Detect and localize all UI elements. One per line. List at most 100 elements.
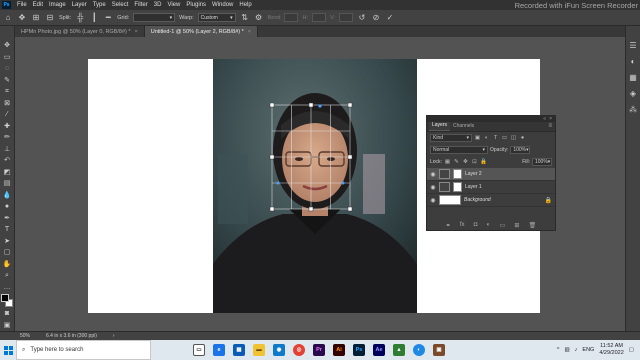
menu-image[interactable]: Image (46, 2, 69, 8)
menu-3d[interactable]: 3D (151, 2, 165, 8)
blur-icon[interactable]: 💧 (2, 191, 13, 201)
tab-channels[interactable]: Channels (450, 123, 477, 131)
blend-mode-select[interactable]: Normal ▾ (430, 146, 488, 154)
v-field[interactable] (338, 13, 353, 22)
network-icon[interactable]: ▥ (564, 347, 569, 353)
volume-icon[interactable]: ♪ (575, 347, 578, 353)
quick-mask-icon[interactable]: ◙ (2, 309, 13, 319)
illustrator-icon[interactable]: Ai (333, 344, 345, 356)
history-brush-icon[interactable]: ↶ (2, 156, 13, 166)
notifications-icon[interactable]: ▢ (629, 347, 634, 353)
lock-artboard-icon[interactable]: ⊡ (471, 159, 478, 165)
gradient-icon[interactable]: ▤ (2, 179, 13, 189)
adjustment-filter-icon[interactable]: ◐ (483, 135, 490, 141)
layers-dock-icon[interactable]: ◈ (628, 88, 639, 99)
layer-row-layer-1[interactable]: ◉ Layer 1 (427, 181, 555, 194)
layer-row-layer-2[interactable]: ◉ Layer 2 (427, 168, 555, 181)
menu-file[interactable]: File (14, 2, 30, 8)
task-view-icon[interactable]: ▭ (193, 344, 205, 356)
orientation-icon[interactable]: ⇅ (240, 13, 250, 23)
eraser-icon[interactable]: ◩ (2, 168, 13, 178)
collapse-icon[interactable]: « (543, 116, 546, 122)
settings-gear-icon[interactable]: ⚙ (254, 13, 264, 23)
new-layer-icon[interactable]: ⊞ (514, 222, 519, 229)
new-group-icon[interactable]: ▭ (500, 222, 506, 229)
browser-icon[interactable]: ◐ (413, 344, 425, 356)
menu-type[interactable]: Type (90, 2, 109, 8)
delete-layer-icon[interactable]: 🗑 (529, 222, 537, 229)
layer-style-icon[interactable]: fx (460, 222, 465, 228)
lock-position-icon[interactable]: ✥ (462, 159, 469, 165)
camera-icon[interactable]: ◉ (273, 344, 285, 356)
layer-mask-thumbnail[interactable] (453, 182, 462, 192)
lock-all-icon[interactable]: 🔒 (480, 159, 487, 165)
kind-filter[interactable]: Kind ▾ (430, 134, 472, 142)
lasso-icon[interactable]: ◌ (2, 64, 13, 74)
opacity-field[interactable]: 100% ▾ (510, 146, 531, 154)
path-select-icon[interactable]: ➤ (2, 237, 13, 247)
menu-layer[interactable]: Layer (69, 2, 90, 8)
menu-edit[interactable]: Edit (30, 2, 46, 8)
chrome-icon[interactable]: ◎ (293, 344, 305, 356)
add-mask-icon[interactable]: ◘ (474, 222, 478, 228)
brush-icon[interactable]: ✏ (2, 133, 13, 143)
close-panel-icon[interactable]: × (549, 116, 552, 122)
bend-field[interactable] (284, 13, 299, 22)
zoom-icon[interactable]: ⌕ (2, 271, 13, 281)
pen-icon[interactable]: ✒ (2, 214, 13, 224)
photoshop-taskbar-icon[interactable]: Ps (353, 344, 365, 356)
edge-icon[interactable]: e (213, 344, 225, 356)
start-button[interactable] (0, 340, 16, 360)
file-explorer-icon[interactable]: ▬ (253, 344, 265, 356)
menu-help[interactable]: Help (236, 2, 254, 8)
photos-icon[interactable]: ▲ (393, 344, 405, 356)
app-icon[interactable]: ▣ (433, 344, 445, 356)
zoom-level[interactable]: 50% (20, 333, 30, 339)
quick-select-icon[interactable]: ✎ (2, 76, 13, 86)
menu-view[interactable]: View (164, 2, 183, 8)
taskbar-search[interactable]: ⌕ Type here to search (16, 340, 151, 360)
channels-icon[interactable]: ⁂ (628, 104, 639, 115)
foreground-color[interactable] (1, 294, 9, 302)
commit-transform-icon[interactable]: ✓ (385, 13, 395, 23)
menu-select[interactable]: Select (109, 2, 132, 8)
close-icon[interactable]: × (135, 29, 138, 35)
status-arrow-icon[interactable]: › (113, 333, 115, 339)
layer-mask-thumbnail[interactable] (453, 169, 462, 179)
panel-menu-icon[interactable]: ≡ (548, 123, 555, 131)
adjustments-icon[interactable]: ◐ (628, 56, 639, 67)
clock[interactable]: 11:52 AM 4/29/2022 (599, 343, 623, 357)
dodge-icon[interactable]: ● (2, 202, 13, 212)
eyedropper-icon[interactable]: ⁄ (2, 110, 13, 120)
filter-toggle-icon[interactable]: ● (519, 135, 526, 141)
libraries-icon[interactable]: ▦ (628, 72, 639, 83)
menu-window[interactable]: Window (209, 2, 236, 8)
layer-row-background[interactable]: ◉ Background 🔒 (427, 194, 555, 207)
crop-icon[interactable]: ⌗ (2, 87, 13, 97)
screen-mode-icon[interactable]: ▣ (2, 321, 13, 331)
frame-icon[interactable]: ⊠ (2, 99, 13, 109)
hand-icon[interactable]: ✋ (2, 260, 13, 270)
portrait-photo[interactable] (213, 59, 417, 313)
type-filter-icon[interactable]: T (492, 135, 499, 141)
warp-select[interactable]: Custom ▾ (197, 13, 236, 22)
split-cross-icon[interactable]: ╬ (75, 13, 85, 23)
fill-field[interactable]: 100% ▾ (532, 158, 552, 166)
photoshop-logo[interactable]: Ps (2, 1, 11, 9)
eye-icon[interactable]: ◉ (430, 171, 436, 178)
healing-brush-icon[interactable]: ✚ (2, 122, 13, 132)
smart-object-filter-icon[interactable]: ◫ (510, 135, 517, 141)
tab-hpmn-photo[interactable]: HPMn Photo.jpg @ 50% (Layer 0, RGB/8#) *… (15, 26, 145, 37)
menu-plugins[interactable]: Plugins (183, 2, 209, 8)
transform-icon[interactable]: ⊞ (31, 13, 41, 23)
h-field[interactable] (311, 13, 326, 22)
move-icon[interactable]: ✥ (2, 41, 13, 51)
home-icon[interactable]: ⌂ (3, 13, 13, 23)
after-effects-icon[interactable]: Ae (373, 344, 385, 356)
clone-stamp-icon[interactable]: ⊥ (2, 145, 13, 155)
artboard-icon[interactable]: ▭ (2, 53, 13, 63)
close-icon[interactable]: × (248, 29, 251, 35)
color-swatches[interactable] (1, 294, 13, 307)
link-layers-icon[interactable]: ⚭ (446, 222, 451, 229)
premiere-icon[interactable]: Pr (313, 344, 325, 356)
